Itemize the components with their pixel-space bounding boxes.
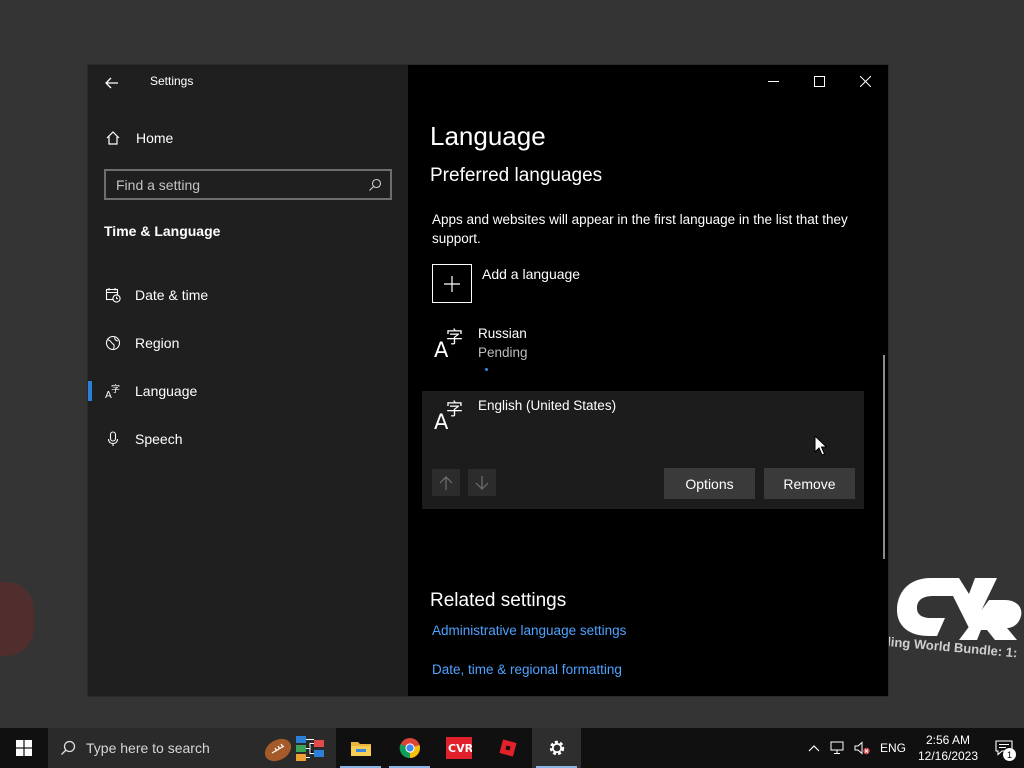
close-button[interactable] xyxy=(842,65,888,97)
clock-time: 2:56 AM xyxy=(925,733,971,747)
taskbar-search-placeholder: Type here to search xyxy=(86,740,210,756)
svg-text:CVR: CVR xyxy=(448,742,472,755)
close-icon xyxy=(859,75,871,87)
arrow-up-icon xyxy=(439,475,453,490)
move-down-button[interactable] xyxy=(468,469,496,496)
taskbar-clock[interactable]: 2:56 AM 12/16/2023 xyxy=(912,732,984,764)
settings-content-pane: Language Preferred languages Apps and we… xyxy=(408,65,888,696)
back-arrow-icon xyxy=(105,77,118,89)
desktop-app-icon[interactable] xyxy=(0,582,34,656)
microphone-icon xyxy=(105,431,121,447)
network-button[interactable] xyxy=(826,728,850,768)
svg-text:字: 字 xyxy=(446,400,463,420)
nav-item-speech[interactable]: Speech xyxy=(88,415,408,463)
add-language-button[interactable]: Add a language xyxy=(432,264,580,303)
minimize-button[interactable] xyxy=(750,65,796,97)
minimize-icon xyxy=(767,80,779,82)
search-icon xyxy=(61,740,76,755)
language-name: Russian xyxy=(478,326,527,341)
admin-language-settings-link[interactable]: Administrative language settings xyxy=(432,623,626,638)
nav-item-label: Language xyxy=(135,383,198,399)
input-language-indicator[interactable]: ENG xyxy=(880,741,906,755)
language-icon: A 字 xyxy=(434,328,463,359)
taskbar: Type here to search CVR ENG 2:56 AM 12/1… xyxy=(0,728,1024,768)
back-button[interactable] xyxy=(100,71,124,95)
app-title: Settings xyxy=(150,74,194,88)
action-center-button[interactable]: 1 xyxy=(984,728,1024,768)
content-scrollbar[interactable] xyxy=(883,355,885,559)
settings-search-box[interactable] xyxy=(104,169,392,200)
cvr-icon: CVR xyxy=(445,737,472,759)
taskbar-chrome[interactable] xyxy=(385,728,434,768)
settings-window: Settings Home Time & Language xyxy=(88,65,888,696)
chrome-icon xyxy=(399,738,420,759)
nav-item-label: Region xyxy=(135,335,180,351)
language-icon: A 字 xyxy=(105,383,121,399)
taskbar-search-box[interactable]: Type here to search xyxy=(48,728,336,768)
nav-item-label: Date & time xyxy=(135,287,209,303)
preferred-languages-heading: Preferred languages xyxy=(430,165,603,186)
svg-text:字: 字 xyxy=(446,328,463,348)
arrow-down-icon xyxy=(475,475,489,490)
taskbar-cvr[interactable]: CVR xyxy=(434,728,483,768)
language-status: Pending xyxy=(478,345,528,360)
language-item-russian[interactable]: A 字 Russian Pending xyxy=(422,319,864,385)
date-time-regional-formatting-link[interactable]: Date, time & regional formatting xyxy=(432,662,622,677)
settings-search-input[interactable] xyxy=(116,176,356,193)
plus-icon xyxy=(444,275,460,292)
language-item-english[interactable]: A 字 English (United States) Options Remo… xyxy=(422,391,864,509)
show-hidden-icons-button[interactable] xyxy=(802,728,826,768)
nav-item-region[interactable]: Region xyxy=(88,319,408,367)
language-icon: A 字 xyxy=(434,400,463,431)
remove-button[interactable]: Remove xyxy=(764,468,855,499)
related-settings-heading: Related settings xyxy=(430,590,567,611)
preferred-languages-description: Apps and websites will appear in the fir… xyxy=(432,212,848,246)
nav-item-label: Speech xyxy=(135,431,183,447)
file-explorer-icon xyxy=(350,742,371,756)
maximize-icon xyxy=(813,75,825,87)
settings-nav-pane: Settings Home Time & Language xyxy=(88,65,408,696)
move-up-button[interactable] xyxy=(432,469,460,496)
taskbar-settings[interactable] xyxy=(532,728,581,768)
progress-indicator xyxy=(485,368,488,371)
globe-icon xyxy=(105,335,121,351)
window-controls xyxy=(750,65,888,97)
page-title: Language xyxy=(430,121,546,151)
options-button[interactable]: Options xyxy=(664,468,755,499)
home-icon xyxy=(106,131,120,145)
mouse-cursor-icon xyxy=(814,435,828,456)
taskbar-file-explorer[interactable] xyxy=(336,728,385,768)
add-language-label: Add a language xyxy=(482,266,581,282)
nav-list: Date & time Region A 字 Language Speech xyxy=(88,271,408,463)
system-tray: ENG 2:56 AM 12/16/2023 1 xyxy=(802,728,1024,768)
svg-text:字: 字 xyxy=(111,383,120,395)
maximize-button[interactable] xyxy=(796,65,842,97)
volume-muted-icon xyxy=(854,741,870,755)
nav-item-language[interactable]: A 字 Language xyxy=(88,367,408,415)
network-icon xyxy=(830,741,844,754)
notification-count-badge: 1 xyxy=(1003,748,1016,761)
taskbar-roblox[interactable] xyxy=(483,728,532,768)
language-name: English (United States) xyxy=(478,398,617,413)
volume-button[interactable] xyxy=(850,728,874,768)
settings-gear-icon xyxy=(549,740,564,756)
football-search-highlight-icon xyxy=(264,736,324,762)
roblox-icon xyxy=(498,739,517,757)
nav-home-label: Home xyxy=(136,130,174,146)
add-language-box[interactable] xyxy=(432,264,472,303)
nav-home[interactable]: Home xyxy=(88,123,408,153)
calendar-clock-icon xyxy=(105,287,121,303)
search-icon[interactable] xyxy=(368,178,382,192)
windows-logo-icon xyxy=(16,740,32,756)
chevron-up-icon xyxy=(808,745,820,752)
nav-item-date-time[interactable]: Date & time xyxy=(88,271,408,319)
start-button[interactable] xyxy=(0,728,48,768)
clock-date: 12/16/2023 xyxy=(917,749,979,763)
nav-section-title: Time & Language xyxy=(104,223,221,239)
